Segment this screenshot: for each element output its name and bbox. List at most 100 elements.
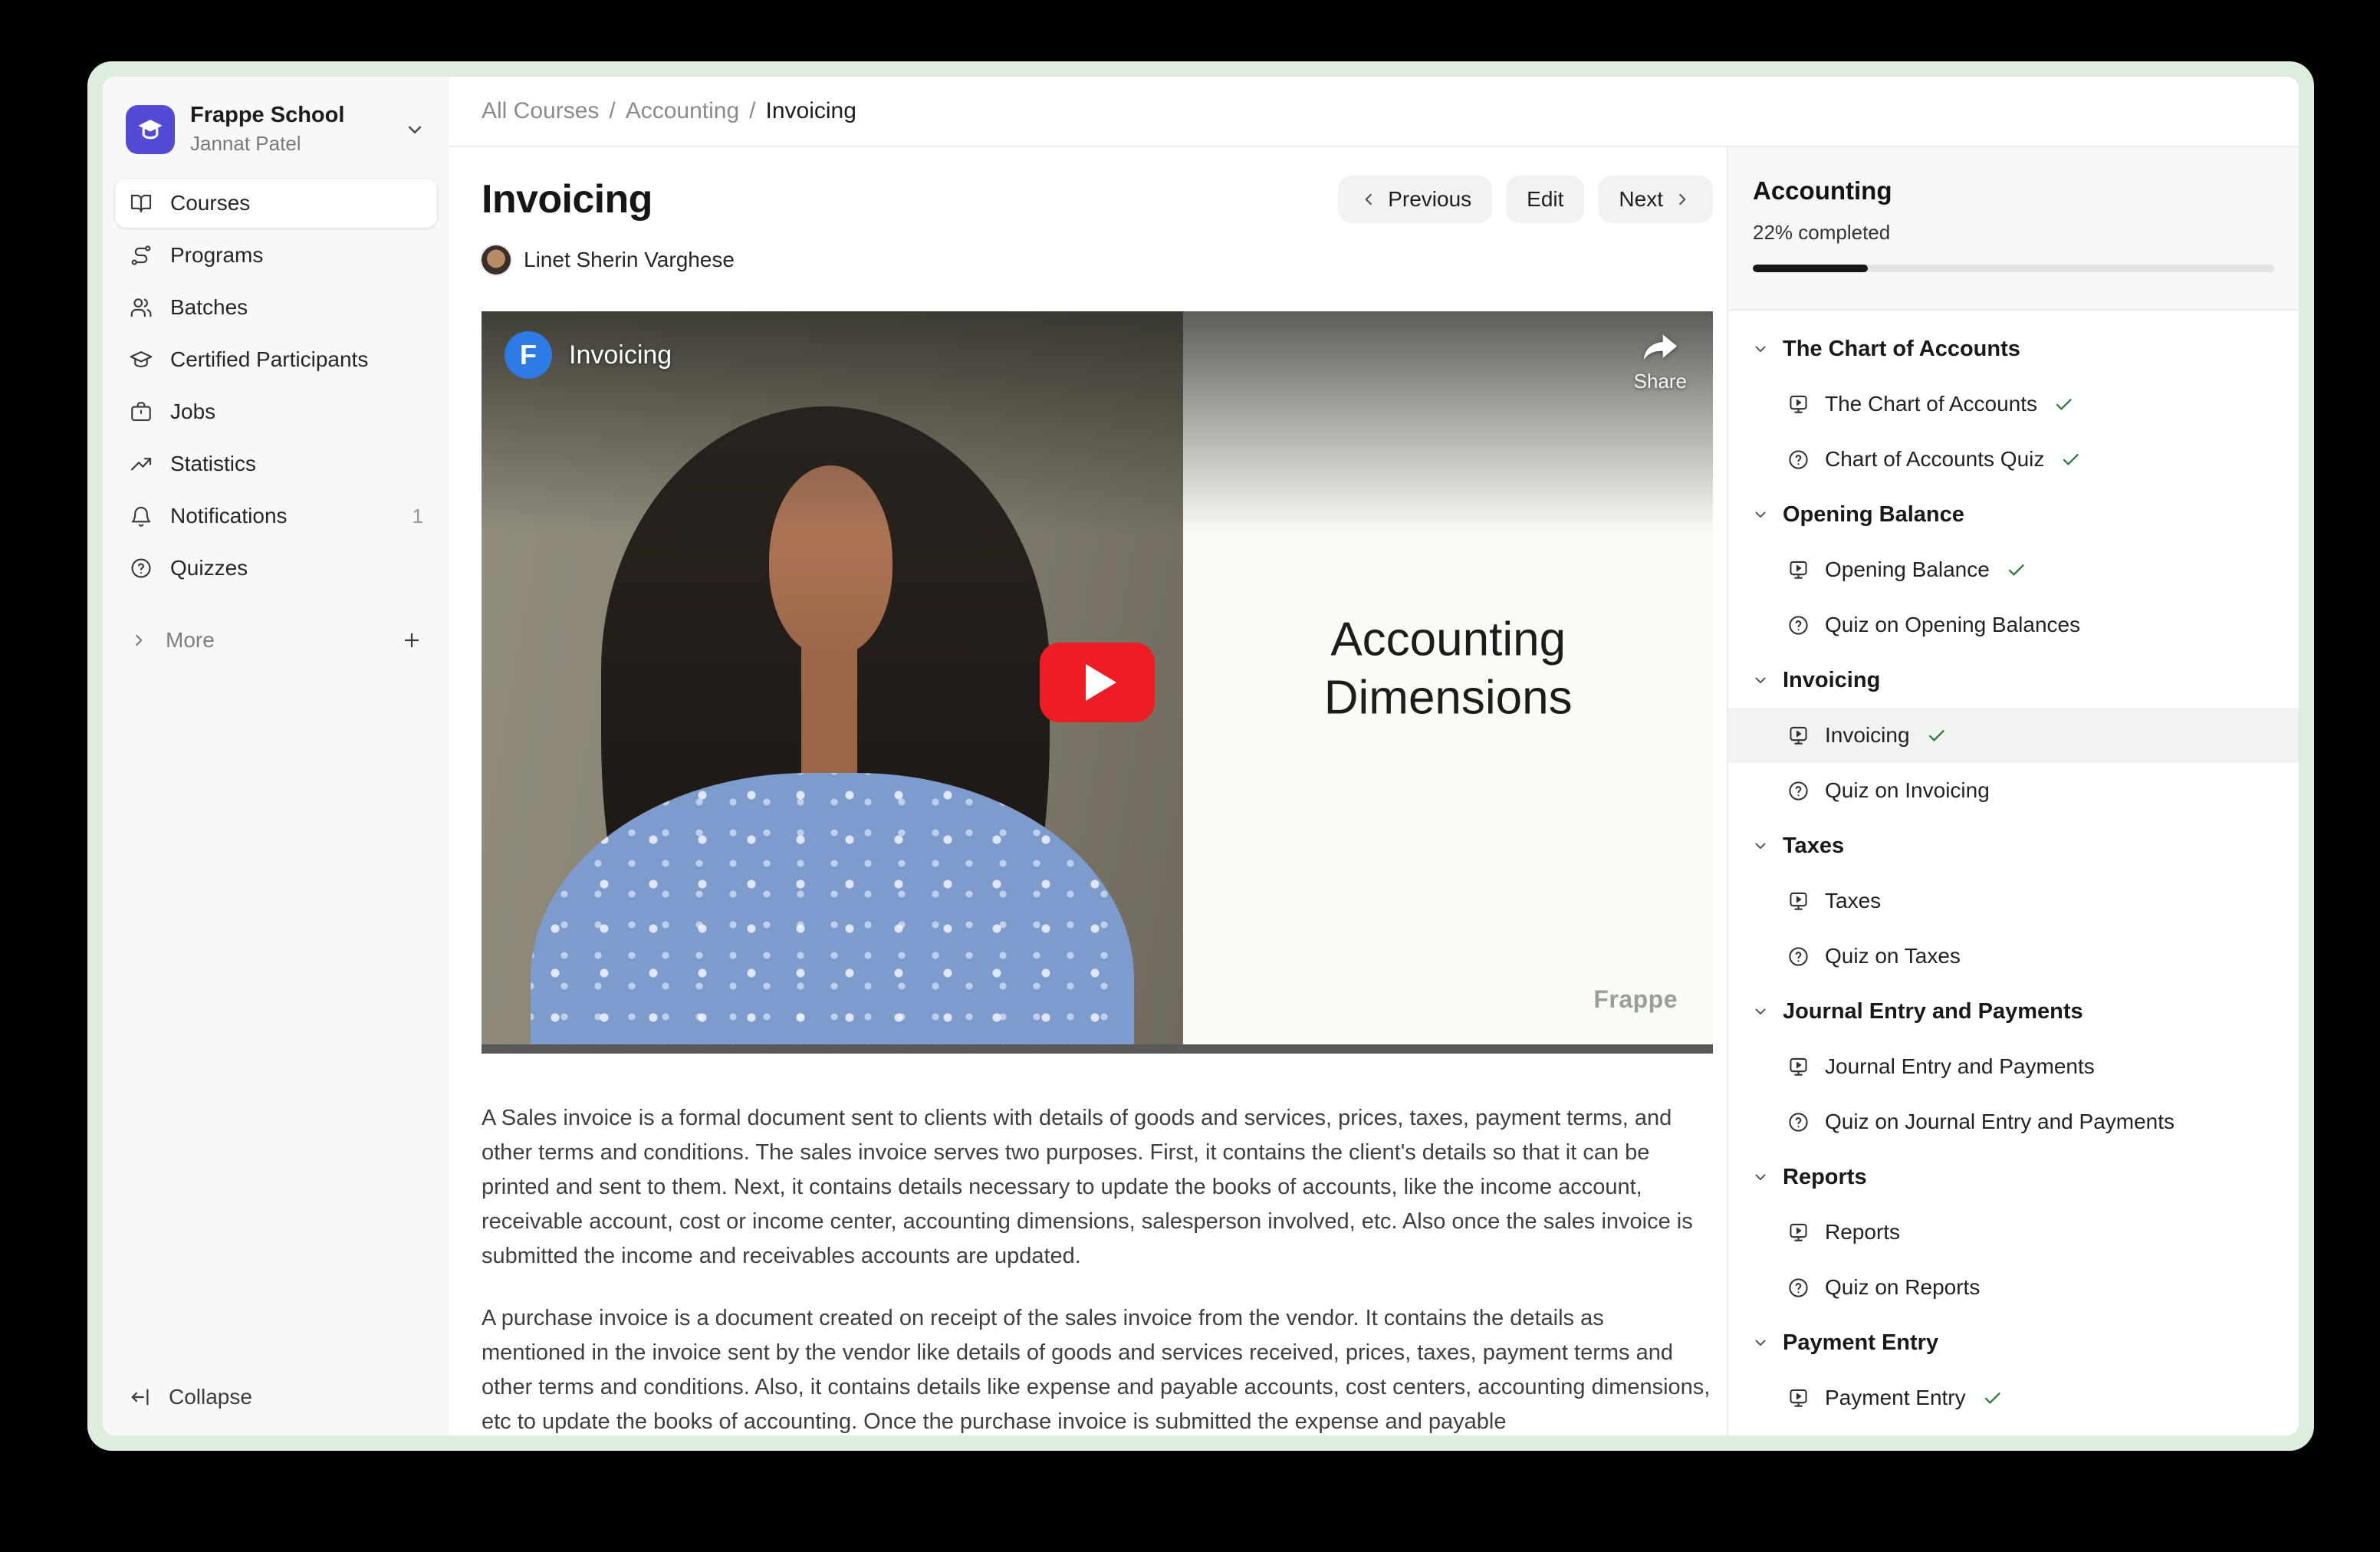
sidebar-item-label: Certified Participants	[170, 347, 368, 372]
help-circle-icon	[1787, 1110, 1810, 1134]
outline-item-label: Quiz on Invoicing	[1825, 778, 1990, 803]
sidebar-item-certified-participants[interactable]: Certified Participants	[115, 335, 437, 384]
channel-avatar[interactable]: F	[505, 331, 552, 379]
check-icon	[1926, 725, 1947, 746]
notification-count-badge: 1	[413, 505, 423, 528]
outline-item-label: Opening Balance	[1825, 557, 1990, 582]
sidebar-item-jobs[interactable]: Jobs	[115, 387, 437, 436]
outline-item-reports[interactable]: Reports	[1728, 1205, 2299, 1260]
next-label: Next	[1619, 187, 1663, 212]
sidebar-item-more[interactable]: More	[115, 616, 437, 665]
outline-item-label: Quiz on Opening Balances	[1825, 613, 2080, 637]
share-button[interactable]: Share	[1634, 333, 1687, 393]
collapse-sidebar-button[interactable]: Collapse	[115, 1365, 437, 1435]
chevron-down-icon	[1751, 837, 1770, 855]
chevron-down-icon	[1751, 671, 1770, 689]
outline-section-title: Invoicing	[1783, 668, 1880, 693]
outline-item-label: Chart of Accounts Quiz	[1825, 447, 2044, 472]
edit-button[interactable]: Edit	[1506, 176, 1584, 223]
outline-section-opening-balance[interactable]: Opening Balance	[1728, 487, 2299, 542]
outline-item-label: Journal Entry and Payments	[1825, 1054, 2095, 1079]
sidebar-item-courses[interactable]: Courses	[115, 179, 437, 228]
outline-item-quiz-on-reports[interactable]: Quiz on Reports	[1728, 1260, 2299, 1315]
outline-item-quiz-on-journal-entry-and-payments[interactable]: Quiz on Journal Entry and Payments	[1728, 1094, 2299, 1149]
outline-item-quiz-on-taxes[interactable]: Quiz on Taxes	[1728, 929, 2299, 984]
outline-item-journal-entry-and-payments[interactable]: Journal Entry and Payments	[1728, 1039, 2299, 1094]
outline-section-reports[interactable]: Reports	[1728, 1149, 2299, 1205]
chevron-down-icon	[1751, 1168, 1770, 1186]
video-title[interactable]: Invoicing	[569, 340, 672, 370]
chevron-down-icon[interactable]	[403, 118, 426, 141]
workspace-user: Jannat Patel	[190, 132, 344, 156]
breadcrumb-separator: /	[609, 98, 615, 124]
workspace-switcher[interactable]: Frappe School Jannat Patel	[115, 77, 437, 179]
breadcrumb-accounting[interactable]: Accounting	[626, 98, 739, 124]
chevron-down-icon	[1751, 1002, 1770, 1021]
chevron-down-icon	[1751, 340, 1770, 358]
course-outline-panel: Accounting 22% completed The Chart of Ac…	[1727, 147, 2299, 1435]
graduation-cap-icon	[129, 347, 153, 372]
outline-item-label: The Chart of Accounts	[1825, 392, 2037, 416]
help-circle-icon	[1787, 448, 1810, 472]
outline-section-payment-entry[interactable]: Payment Entry	[1728, 1315, 2299, 1370]
help-circle-icon	[1787, 779, 1810, 803]
monitor-play-icon	[1787, 1221, 1810, 1245]
chevron-left-icon	[1359, 189, 1379, 209]
sidebar-item-statistics[interactable]: Statistics	[115, 439, 437, 488]
collapse-label: Collapse	[169, 1385, 252, 1409]
video-bottom-bar	[482, 1044, 1713, 1054]
outline-item-invoicing[interactable]: Invoicing	[1728, 708, 2299, 763]
outline-item-label: Quiz on Taxes	[1825, 944, 1961, 968]
sidebar-item-label: Programs	[170, 243, 263, 268]
monitor-play-icon	[1787, 393, 1810, 416]
outline-section-title: The Chart of Accounts	[1783, 337, 2020, 362]
next-button[interactable]: Next	[1598, 176, 1713, 223]
help-circle-icon	[1787, 613, 1810, 637]
frappe-watermark: Frappe	[1593, 985, 1678, 1014]
progress-bar	[1753, 265, 2274, 272]
monitor-play-icon	[1787, 1055, 1810, 1079]
sidebar-item-programs[interactable]: Programs	[115, 231, 437, 280]
lesson-paragraph: A Sales invoice is a formal document sen…	[482, 1101, 1713, 1274]
monitor-play-icon	[1787, 724, 1810, 748]
sidebar-item-label: Statistics	[170, 452, 256, 476]
lesson-main: Invoicing Previous Edit Next	[449, 147, 1727, 1435]
sidebar-item-label: Quizzes	[170, 556, 248, 580]
help-circle-icon	[1787, 945, 1810, 968]
chevron-right-icon	[1672, 189, 1692, 209]
sidebar-item-quizzes[interactable]: Quizzes	[115, 544, 437, 593]
outline-item-taxes[interactable]: Taxes	[1728, 873, 2299, 929]
previous-label: Previous	[1388, 187, 1471, 212]
sidebar-item-label: Jobs	[170, 400, 215, 424]
author-row: Linet Sherin Varghese	[482, 244, 1713, 276]
video-player[interactable]: Accounting Dimensions Frappe F Invoicing	[482, 311, 1713, 1054]
progress-text: 22% completed	[1753, 221, 2274, 245]
sidebar-item-label: Courses	[170, 191, 250, 215]
outline-item-quiz-on-opening-balances[interactable]: Quiz on Opening Balances	[1728, 597, 2299, 653]
app-window: Frappe School Jannat Patel Courses Progra…	[103, 77, 2299, 1435]
outline-item-opening-balance[interactable]: Opening Balance	[1728, 542, 2299, 597]
plus-icon[interactable]	[400, 629, 423, 652]
lesson-actions: Previous Edit Next	[1338, 176, 1713, 223]
outline-item-payment-entry[interactable]: Payment Entry	[1728, 1370, 2299, 1425]
outline-item-chart-of-accounts-quiz[interactable]: Chart of Accounts Quiz	[1728, 432, 2299, 487]
outline-item-quiz-on-invoicing[interactable]: Quiz on Invoicing	[1728, 763, 2299, 818]
outline-section-taxes[interactable]: Taxes	[1728, 818, 2299, 873]
chevron-right-icon	[129, 630, 149, 650]
outline-item-the-chart-of-accounts[interactable]: The Chart of Accounts	[1728, 376, 2299, 432]
outline-section-the-chart-of-accounts[interactable]: The Chart of Accounts	[1728, 321, 2299, 376]
outline-section-invoicing[interactable]: Invoicing	[1728, 653, 2299, 708]
book-open-icon	[129, 191, 153, 215]
sidebar-item-label: Batches	[170, 295, 248, 320]
previous-button[interactable]: Previous	[1338, 176, 1492, 223]
sidebar-item-notifications[interactable]: Notifications1	[115, 492, 437, 541]
outline-section-title: Journal Entry and Payments	[1783, 999, 2083, 1024]
monitor-play-icon	[1787, 558, 1810, 582]
check-icon	[2060, 449, 2081, 470]
sidebar-item-batches[interactable]: Batches	[115, 283, 437, 332]
play-button[interactable]	[1040, 643, 1155, 722]
breadcrumb-all-courses[interactable]: All Courses	[482, 98, 599, 124]
outline-section-journal-entry-and-payments[interactable]: Journal Entry and Payments	[1728, 984, 2299, 1039]
users-icon	[129, 295, 153, 320]
check-icon	[1982, 1388, 2003, 1409]
